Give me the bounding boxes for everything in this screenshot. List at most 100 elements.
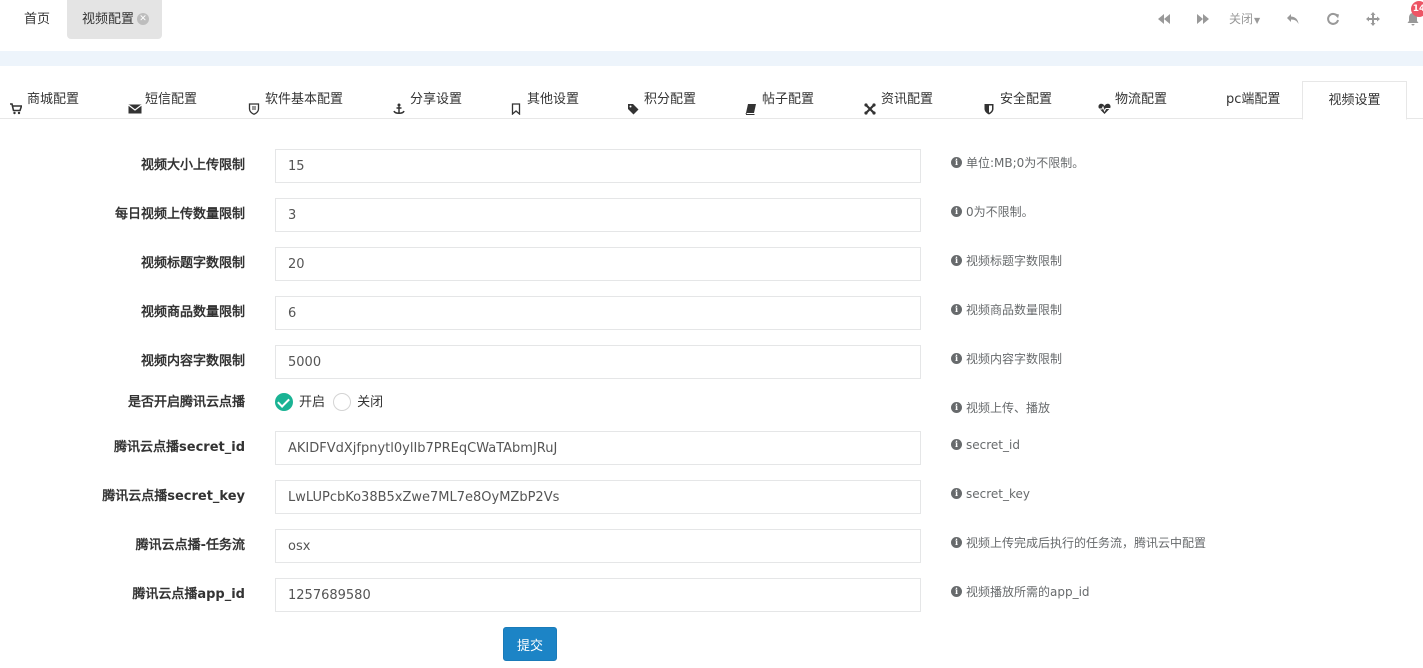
close-menu-dropdown[interactable]: 关闭▼ (1229, 10, 1267, 28)
secret-key-help: i secret_key (951, 480, 1030, 508)
bookmark-icon (510, 93, 522, 115)
tab-label: 资讯配置 (881, 92, 934, 107)
daily-upload-input[interactable] (275, 198, 921, 232)
vod-on-label[interactable]: 开启 (299, 392, 325, 414)
tab-video-config[interactable]: 视频配置 ✕ (67, 0, 163, 39)
content-length-label: 视频内容字数限制 (140, 354, 245, 369)
daily-upload-label: 每日视频上传数量限制 (114, 207, 245, 222)
envelope-icon (128, 93, 142, 113)
tab-label: pc端配置 (1226, 92, 1281, 107)
tab-label: 安全配置 (1000, 92, 1053, 107)
tab-label: 商城配置 (27, 92, 80, 107)
shield-icon (983, 93, 995, 114)
info-circle-icon: i (951, 537, 962, 548)
tab-pc-config[interactable]: pc端配置 (1226, 81, 1280, 119)
info-circle-icon: i (951, 402, 962, 413)
tab-video-settings[interactable]: 视频设置 (1302, 81, 1407, 120)
form-row-secret-key: 腾讯云点播secret_key i secret_key (0, 480, 1423, 514)
config-tabs: 商城配置 短信配置 软件基本配置 分享设置 其他设置 积分配置 帖子配置 资讯配… (0, 81, 1423, 120)
reply-icon[interactable] (1286, 10, 1300, 28)
tab-label: 软件基本配置 (265, 92, 344, 107)
tab-share-settings[interactable]: 分享设置 (393, 81, 462, 119)
help-text: 视频标题字数限制 (966, 254, 1063, 268)
app-id-label: 腾讯云点播app_id (132, 587, 245, 602)
info-circle-icon: i (951, 586, 962, 597)
forward-icon[interactable] (1196, 10, 1210, 28)
tab-other-settings[interactable]: 其他设置 (510, 81, 579, 119)
tab-sms-config[interactable]: 短信配置 (128, 81, 197, 119)
title-length-label: 视频标题字数限制 (140, 256, 245, 271)
form-row-daily-upload: 每日视频上传数量限制 i 0为不限制。 (0, 198, 1423, 232)
info-circle-icon: i (951, 255, 962, 266)
form-row-task-flow: 腾讯云点播-任务流 i 视频上传完成后执行的任务流，腾讯云中配置 (0, 529, 1423, 563)
anchor-icon (393, 93, 405, 114)
secret-id-label: 腾讯云点播secret_id (114, 440, 245, 455)
goods-count-help: i 视频商品数量限制 (951, 296, 1062, 324)
help-text: secret_key (966, 487, 1030, 501)
vod-enabled-help: i 视频上传、播放 (951, 394, 1050, 422)
heartbeat-icon (1098, 93, 1111, 114)
help-text: 视频商品数量限制 (966, 303, 1063, 317)
tab-label: 其他设置 (527, 92, 580, 107)
help-text: 视频播放所需的app_id (966, 585, 1090, 599)
secret-id-help: i secret_id (951, 431, 1020, 459)
shield-outline-icon (248, 93, 260, 115)
secret-id-input[interactable] (275, 431, 921, 465)
tab-software-basic-config[interactable]: 软件基本配置 (248, 81, 343, 119)
content-length-help: i 视频内容字数限制 (951, 345, 1062, 373)
tab-label: 分享设置 (410, 92, 463, 107)
task-flow-help: i 视频上传完成后执行的任务流，腾讯云中配置 (951, 529, 1206, 557)
book-icon (745, 93, 757, 115)
move-icon[interactable] (1366, 10, 1380, 28)
tag-icon (627, 93, 639, 114)
refresh-icon[interactable] (1326, 10, 1340, 28)
secret-key-input[interactable] (275, 480, 921, 514)
help-text: 视频上传完成后执行的任务流，腾讯云中配置 (966, 536, 1207, 550)
vod-off-radio[interactable] (333, 393, 352, 411)
joomla-icon (864, 93, 876, 115)
form-row-content-length: 视频内容字数限制 i 视频内容字数限制 (0, 345, 1423, 379)
vod-enabled-radio-group: 开启 关闭 (275, 392, 387, 414)
top-navbar: 首页 视频配置 ✕ 关闭▼ 14 (0, 0, 1423, 40)
secret-key-label: 腾讯云点播secret_key (102, 489, 245, 504)
vod-enabled-label: 是否开启腾讯云点播 (127, 395, 245, 410)
goods-count-input[interactable] (275, 296, 921, 330)
tab-label: 物流配置 (1115, 92, 1168, 107)
help-text: 0为不限制。 (966, 205, 1034, 219)
tab-mall-config[interactable]: 商城配置 (10, 81, 79, 119)
vod-on-radio[interactable] (275, 393, 293, 411)
close-menu-label: 关闭 (1229, 12, 1254, 26)
tab-home[interactable]: 首页 (10, 0, 64, 39)
app-id-input[interactable] (275, 578, 921, 612)
info-circle-icon: i (951, 157, 962, 168)
cart-icon (10, 93, 23, 114)
app-id-help: i 视频播放所需的app_id (951, 578, 1090, 606)
info-circle-icon: i (951, 439, 962, 450)
content-length-input[interactable] (275, 345, 921, 379)
task-flow-input[interactable] (275, 529, 921, 563)
help-text: 单位:MB;0为不限制。 (966, 156, 1085, 170)
tab-label: 短信配置 (145, 92, 198, 107)
goods-count-label: 视频商品数量限制 (140, 305, 245, 320)
close-icon[interactable]: ✕ (137, 12, 150, 25)
submit-button[interactable]: 提交 (503, 627, 557, 661)
form-row-secret-id: 腾讯云点播secret_id i secret_id (0, 431, 1423, 465)
tab-post-config[interactable]: 帖子配置 (745, 81, 814, 119)
vod-off-label[interactable]: 关闭 (357, 392, 383, 414)
form-row-app-id: 腾讯云点播app_id i 视频播放所需的app_id (0, 578, 1423, 612)
title-length-input[interactable] (275, 247, 921, 281)
video-size-input[interactable] (275, 149, 921, 183)
tab-label: 视频设置 (1328, 93, 1381, 108)
tab-logistics-config[interactable]: 物流配置 (1098, 81, 1167, 119)
title-length-help: i 视频标题字数限制 (951, 247, 1062, 275)
tab-news-config[interactable]: 资讯配置 (864, 81, 933, 119)
breadcrumb-strip (0, 51, 1423, 66)
tab-security-config[interactable]: 安全配置 (983, 81, 1052, 119)
tab-points-config[interactable]: 积分配置 (627, 81, 696, 119)
backward-icon[interactable] (1157, 10, 1171, 28)
form-row-video-size: 视频大小上传限制 i 单位:MB;0为不限制。 (0, 149, 1423, 183)
video-size-label: 视频大小上传限制 (140, 158, 245, 173)
form-row-vod-enabled: 是否开启腾讯云点播 开启 关闭 i 视频上传、播放 (0, 392, 1423, 436)
tab-label: 帖子配置 (762, 92, 815, 107)
info-circle-icon: i (951, 353, 962, 364)
